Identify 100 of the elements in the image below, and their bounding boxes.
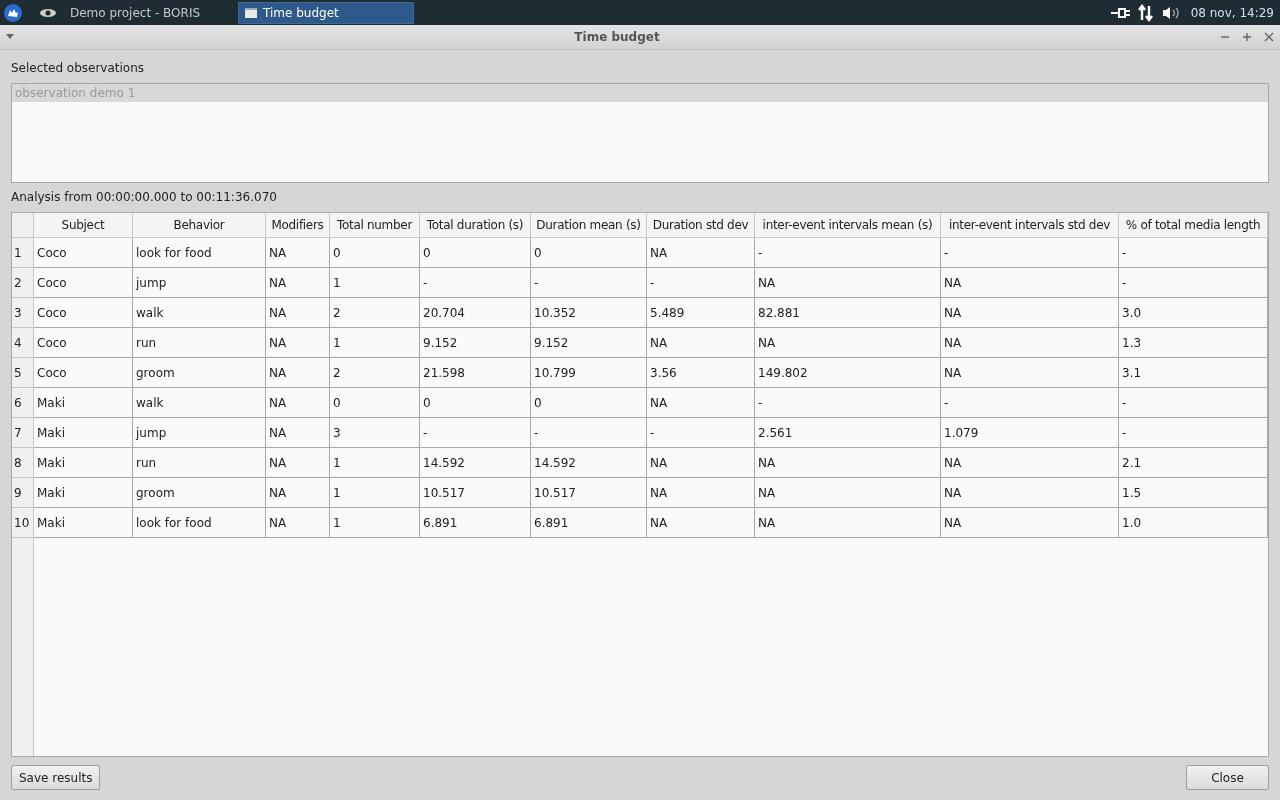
- table-cell: NA: [755, 448, 941, 478]
- row-header[interactable]: 9: [12, 478, 34, 508]
- table-cell: 1.079: [941, 418, 1119, 448]
- table-cell: NA: [266, 268, 330, 298]
- table-cell: NA: [266, 478, 330, 508]
- table-cell: NA: [266, 388, 330, 418]
- table-cell: -: [531, 268, 647, 298]
- column-header[interactable]: % of total media length: [1119, 213, 1268, 238]
- save-results-button[interactable]: Save results: [11, 765, 101, 790]
- row-header[interactable]: 4: [12, 328, 34, 358]
- table-cell: 2.561: [755, 418, 941, 448]
- table-cell: NA: [266, 328, 330, 358]
- table-cell: -: [755, 388, 941, 418]
- taskbar-app[interactable]: Time budget: [238, 1, 415, 24]
- table-cell: 82.881: [755, 298, 941, 328]
- table-cell: NA: [941, 358, 1119, 388]
- row-header[interactable]: 10: [12, 508, 34, 538]
- row-header[interactable]: 6: [12, 388, 34, 418]
- table-cell: NA: [941, 448, 1119, 478]
- table-cell: NA: [941, 268, 1119, 298]
- column-header[interactable]: Modifiers: [266, 213, 330, 238]
- table-cell: -: [647, 418, 755, 448]
- table-cell: -: [755, 238, 941, 268]
- column-header[interactable]: Duration std dev: [647, 213, 755, 238]
- table-cell: 14.592: [531, 448, 647, 478]
- network-arrows-icon: [1136, 3, 1155, 22]
- table-cell: 1: [330, 448, 420, 478]
- column-header[interactable]: inter-event intervals mean (s): [755, 213, 941, 238]
- table-cell: Coco: [34, 268, 133, 298]
- row-header[interactable]: 2: [12, 268, 34, 298]
- table-cell: 1: [330, 328, 420, 358]
- table-cell: 9.152: [420, 328, 531, 358]
- table-cell: 3: [330, 418, 420, 448]
- column-header[interactable]: Behavior: [133, 213, 266, 238]
- table-cell: 3.0: [1119, 298, 1268, 328]
- table-cell: NA: [647, 328, 755, 358]
- table-cell: 2: [330, 298, 420, 328]
- table-cell: Coco: [34, 358, 133, 388]
- table-cell: 9.152: [531, 328, 647, 358]
- table-cell: NA: [755, 478, 941, 508]
- table-cell: NA: [266, 298, 330, 328]
- window-icon: [245, 7, 258, 18]
- table-cell: 0: [420, 388, 531, 418]
- table-cell: -: [941, 238, 1119, 268]
- table-cell: Coco: [34, 298, 133, 328]
- column-header[interactable]: Total duration (s): [420, 213, 531, 238]
- table-cell: -: [1119, 238, 1268, 268]
- table-cell: NA: [266, 508, 330, 538]
- column-header[interactable]: Subject: [34, 213, 133, 238]
- power-plug-icon: [1110, 5, 1131, 20]
- table-cell: Maki: [34, 448, 133, 478]
- table-cell: Coco: [34, 328, 133, 358]
- table-cell: 10.799: [531, 358, 647, 388]
- taskbar-app[interactable]: Demo project - BORIS: [64, 1, 207, 24]
- table-cell: 5.489: [647, 298, 755, 328]
- table-cell: NA: [941, 328, 1119, 358]
- table-cell: -: [531, 418, 647, 448]
- column-header[interactable]: inter-event intervals std dev: [941, 213, 1119, 238]
- table-cell: 1.0: [1119, 508, 1268, 538]
- row-header[interactable]: 8: [12, 448, 34, 478]
- table-cell: NA: [647, 478, 755, 508]
- table-cell: 0: [330, 238, 420, 268]
- row-header[interactable]: 5: [12, 358, 34, 388]
- table-cell: NA: [266, 418, 330, 448]
- table-cell: NA: [941, 298, 1119, 328]
- table-cell: NA: [755, 268, 941, 298]
- app-menu-icon[interactable]: [4, 3, 22, 22]
- table-cell: 10.352: [531, 298, 647, 328]
- column-header[interactable]: Total number: [330, 213, 420, 238]
- table-cell: Maki: [34, 388, 133, 418]
- table-cell: -: [420, 268, 531, 298]
- close-icon[interactable]: [1264, 32, 1274, 42]
- row-header[interactable]: 7: [12, 418, 34, 448]
- table-cell: NA: [755, 508, 941, 538]
- table-cell: look for food: [133, 508, 266, 538]
- table-cell: jump: [133, 418, 266, 448]
- table-cell: look for food: [133, 238, 266, 268]
- row-header[interactable]: 3: [12, 298, 34, 328]
- table-cell: 0: [420, 238, 531, 268]
- column-header[interactable]: Duration mean (s): [531, 213, 647, 238]
- table-cell: Coco: [34, 238, 133, 268]
- table-cell: 0: [531, 238, 647, 268]
- table-cell: NA: [266, 358, 330, 388]
- section-label: Selected observations: [11, 60, 146, 76]
- maximize-icon[interactable]: [1242, 32, 1252, 42]
- volume-icon: [1160, 4, 1181, 21]
- table-cell: 1: [330, 508, 420, 538]
- table-cell: NA: [266, 238, 330, 268]
- table-cell: -: [941, 388, 1119, 418]
- close-button[interactable]: Close: [1186, 765, 1269, 790]
- row-header[interactable]: 1: [12, 238, 34, 268]
- table-cell: groom: [133, 478, 266, 508]
- table-cell: 1: [330, 478, 420, 508]
- table-cell: -: [1119, 418, 1268, 448]
- table-cell: jump: [133, 268, 266, 298]
- table-cell: 0: [330, 388, 420, 418]
- window-menu-icon[interactable]: [6, 34, 14, 40]
- table-cell: 1: [330, 268, 420, 298]
- table-cell: NA: [941, 478, 1119, 508]
- table-cell: 0: [531, 388, 647, 418]
